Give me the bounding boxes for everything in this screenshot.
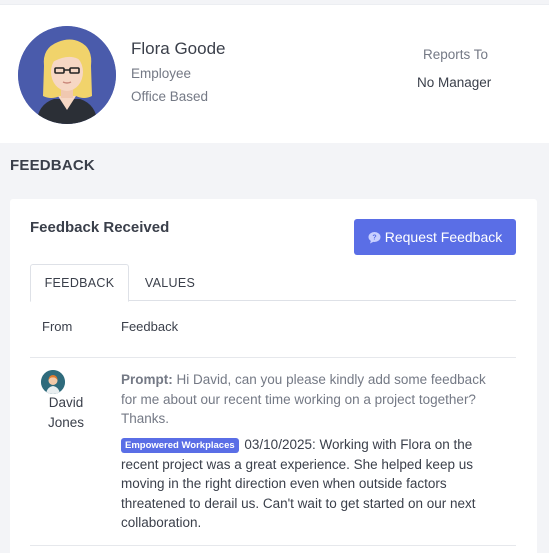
request-feedback-label: Request Feedback bbox=[384, 229, 503, 245]
feedback-body: Empowered Workplaces 03/10/2025: Working… bbox=[121, 435, 509, 533]
profile-location: Office Based bbox=[131, 89, 209, 104]
speech-bubble-question-icon: ? bbox=[368, 231, 381, 244]
divider bbox=[30, 545, 516, 546]
tab-values[interactable]: VALUES bbox=[130, 264, 210, 301]
feedback-card: Feedback Received ? Request Feedback FEE… bbox=[10, 199, 537, 553]
column-header-feedback: Feedback bbox=[121, 319, 179, 334]
feedback-prompt: Prompt: Hi David, can you please kindly … bbox=[121, 370, 501, 429]
tab-bar: FEEDBACK VALUES bbox=[30, 264, 516, 302]
profile-name: Flora Goode bbox=[131, 39, 226, 58]
request-feedback-button[interactable]: ? Request Feedback bbox=[354, 219, 516, 255]
column-header-from: From bbox=[42, 319, 73, 334]
section-title: FEEDBACK bbox=[10, 157, 95, 174]
profile-role: Employee bbox=[131, 66, 192, 81]
prompt-text: Hi David, can you please kindly add some… bbox=[121, 372, 486, 426]
person-avatar-icon bbox=[41, 370, 65, 394]
prompt-label: Prompt: bbox=[121, 372, 173, 387]
value-tag-badge: Empowered Workplaces bbox=[121, 438, 239, 453]
avatar bbox=[18, 26, 116, 124]
profile-card: Flora Goode Employee Office Based Report… bbox=[0, 4, 549, 143]
reports-to-label: Reports To bbox=[423, 47, 489, 62]
svg-text:?: ? bbox=[372, 234, 376, 241]
reports-to-value: No Manager bbox=[417, 75, 492, 90]
tab-feedback[interactable]: FEEDBACK bbox=[30, 264, 129, 302]
person-avatar-icon bbox=[18, 26, 116, 124]
card-title: Feedback Received bbox=[30, 219, 170, 236]
divider bbox=[30, 357, 516, 358]
feedback-from-name: David Jones bbox=[47, 395, 85, 430]
